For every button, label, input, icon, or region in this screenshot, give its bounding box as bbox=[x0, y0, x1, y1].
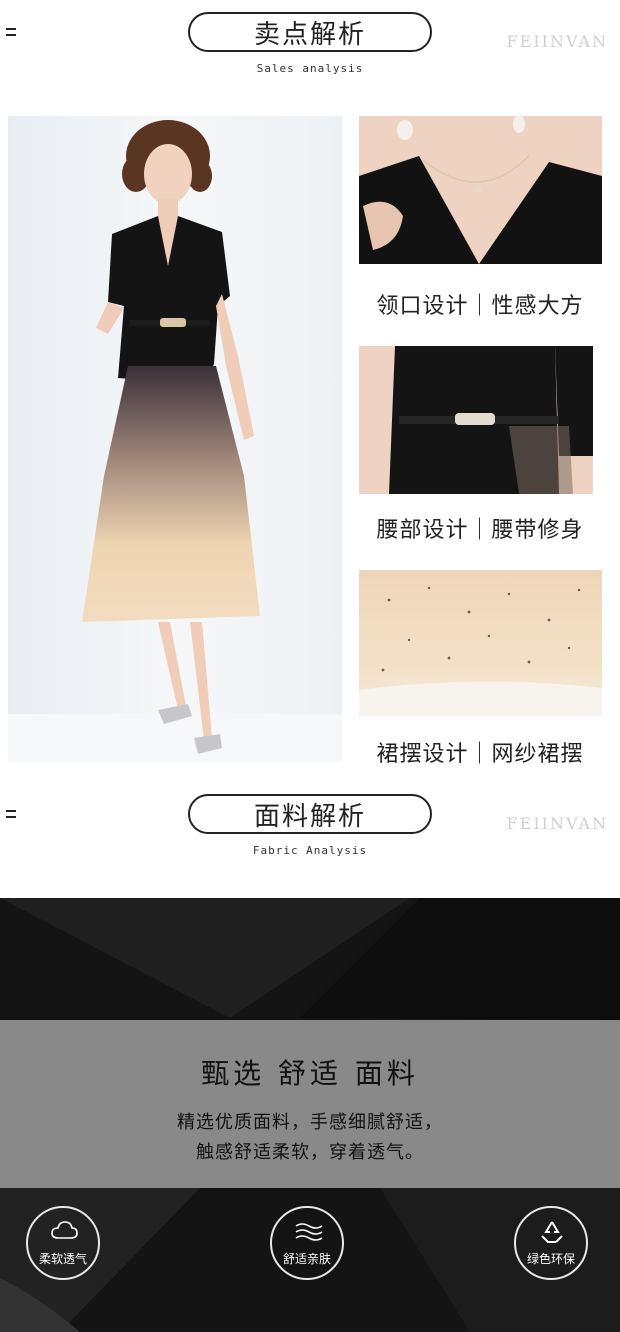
fabric-desc-line1: 精选优质面料，手感细腻舒适， bbox=[177, 1112, 443, 1133]
section-title: 面料解析 bbox=[188, 794, 432, 834]
section-subtitle: Sales analysis bbox=[256, 62, 364, 75]
cloud-icon bbox=[51, 1221, 78, 1239]
feature-skin-friendly: 舒适亲肤 bbox=[270, 1206, 344, 1280]
feature-soft-breathable: 柔软透气 bbox=[26, 1206, 100, 1280]
feature-label: 柔软透气 bbox=[38, 1252, 87, 1266]
model-photo bbox=[8, 116, 342, 762]
neckline-detail-photo bbox=[359, 116, 602, 264]
brand-watermark: FEIINVAN bbox=[506, 814, 608, 833]
waist-caption: 腰部设计｜腰带修身 bbox=[376, 518, 584, 543]
section-subtitle: Fabric Analysis bbox=[252, 844, 368, 857]
fabric-info-band: 甄选 舒适 面料 精选优质面料，手感细腻舒适， 触感舒适柔软，穿着透气。 bbox=[0, 1020, 620, 1188]
waves-icon bbox=[295, 1223, 323, 1241]
fabric-desc-line2: 触感舒适柔软，穿着透气。 bbox=[196, 1142, 424, 1163]
fabric-headline: 甄选 舒适 面料 bbox=[201, 1057, 419, 1090]
hem-caption: 裙摆设计｜网纱裙摆 bbox=[376, 742, 584, 767]
menu-icon[interactable] bbox=[6, 28, 16, 40]
recycle-icon bbox=[541, 1221, 563, 1243]
menu-icon[interactable] bbox=[6, 810, 16, 822]
section-title: 卖点解析 bbox=[188, 12, 432, 52]
feature-label: 舒适亲肤 bbox=[282, 1252, 331, 1266]
feature-eco-friendly: 绿色环保 bbox=[514, 1206, 588, 1280]
neckline-caption: 领口设计｜性感大方 bbox=[376, 294, 584, 319]
brand-watermark: FEIINVAN bbox=[506, 32, 608, 51]
hem-detail-photo bbox=[359, 570, 602, 716]
waist-detail-photo bbox=[359, 346, 593, 494]
feature-label: 绿色环保 bbox=[526, 1252, 575, 1266]
